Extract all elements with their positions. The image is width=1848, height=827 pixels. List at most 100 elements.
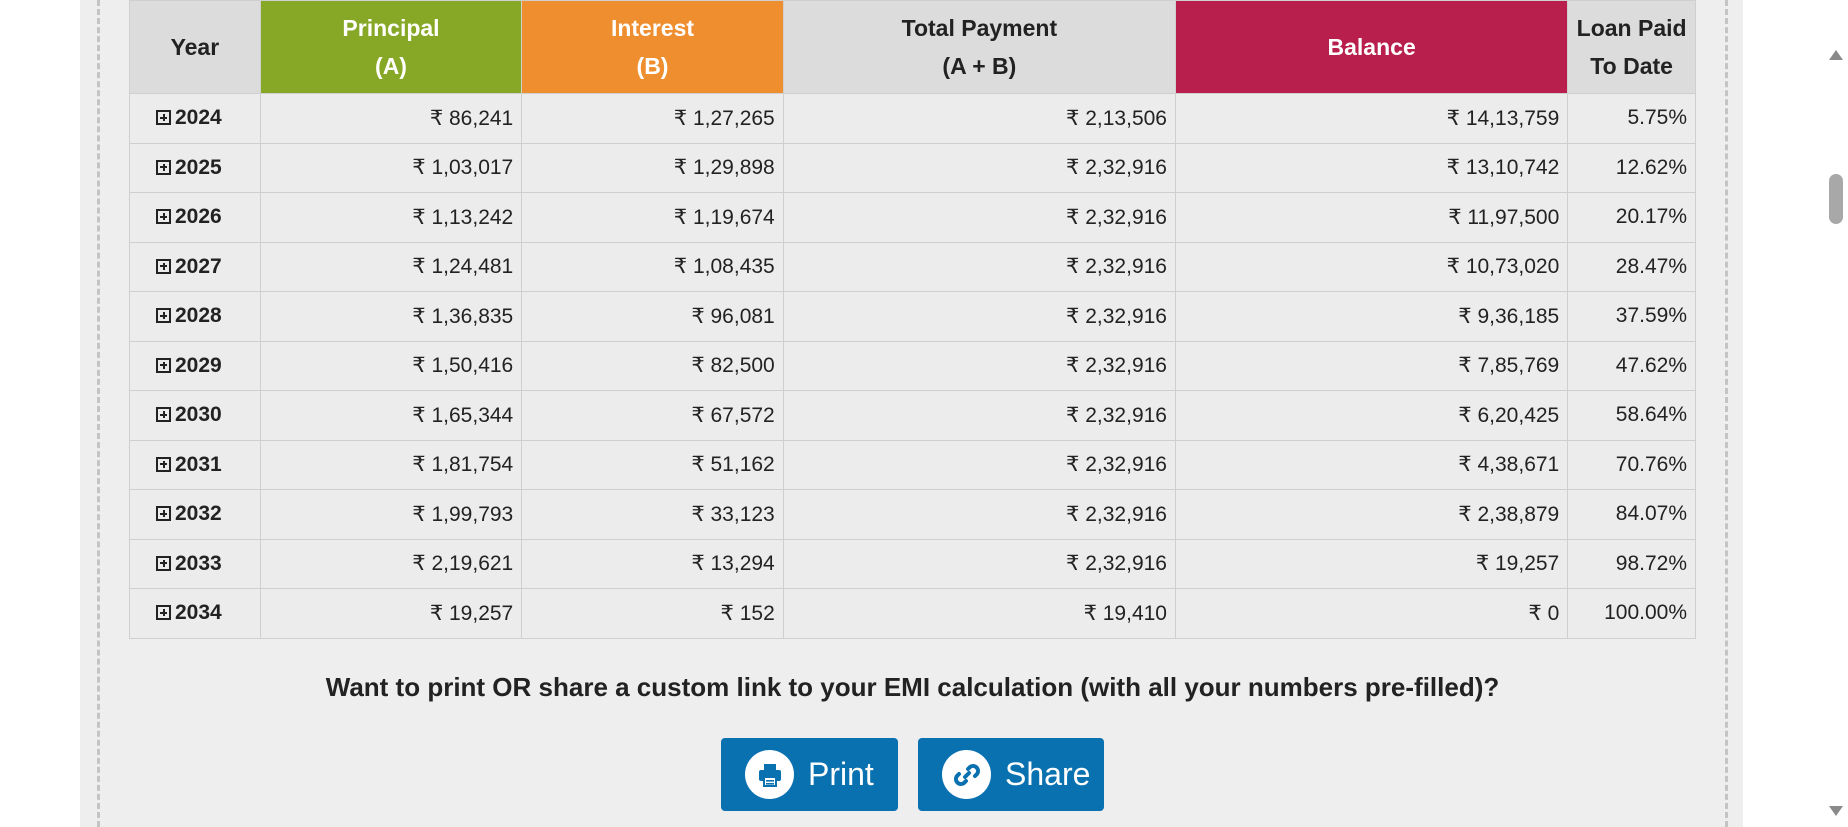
principal-cell: ₹ 1,03,017 [259, 142, 523, 193]
scroll-down-arrow[interactable] [1829, 806, 1843, 816]
loan-paid-cell: 84.07% [1567, 489, 1696, 540]
principal-cell: ₹ 2,19,621 [259, 538, 523, 589]
interest-cell: ₹ 96,081 [521, 291, 784, 342]
plus-square-icon[interactable] [156, 308, 171, 324]
interest-cell: ₹ 33,123 [521, 489, 784, 540]
total-payment-cell: ₹ 2,32,916 [782, 340, 1177, 391]
loan-paid-cell: 12.62% [1567, 142, 1696, 193]
interest-cell: ₹ 82,500 [521, 340, 784, 391]
year-expand-toggle[interactable]: 2027 [129, 241, 261, 292]
balance-cell: ₹ 19,257 [1174, 538, 1569, 589]
balance-cell: ₹ 13,10,742 [1174, 142, 1569, 193]
principal-cell: ₹ 1,13,242 [259, 192, 523, 243]
plus-square-icon[interactable] [156, 605, 171, 621]
table-row: 2026 ₹ 1,13,242 ₹ 1,19,674 ₹ 2,32,916 ₹ … [129, 192, 1696, 243]
total-payment-cell: ₹ 2,32,916 [782, 192, 1177, 243]
year-expand-toggle[interactable]: 2032 [129, 489, 261, 540]
plus-square-icon[interactable] [156, 407, 171, 423]
total-payment-cell: ₹ 2,32,916 [782, 439, 1177, 490]
panel-border-left [97, 0, 100, 827]
loan-paid-cell: 47.62% [1567, 340, 1696, 391]
plus-square-icon[interactable] [156, 258, 171, 274]
interest-cell: ₹ 67,572 [521, 390, 784, 441]
loan-paid-cell: 20.17% [1567, 192, 1696, 243]
panel-border-right [1725, 0, 1728, 827]
year-expand-toggle[interactable]: 2026 [129, 192, 261, 243]
total-payment-cell: ₹ 2,13,506 [782, 93, 1177, 144]
table-row: 2025 ₹ 1,03,017 ₹ 1,29,898 ₹ 2,32,916 ₹ … [129, 142, 1696, 193]
plus-square-icon[interactable] [156, 209, 171, 225]
total-payment-cell: ₹ 2,32,916 [782, 390, 1177, 441]
principal-cell: ₹ 1,36,835 [259, 291, 523, 342]
emi-schedule-table: Year Principal (A) Interest (B) Total Paym… [129, 0, 1696, 639]
table-row: 2028 ₹ 1,36,835 ₹ 96,081 ₹ 2,32,916 ₹ 9,… [129, 291, 1696, 342]
plus-square-icon[interactable] [156, 456, 171, 472]
year-expand-toggle[interactable]: 2029 [129, 340, 261, 391]
year-expand-toggle[interactable]: 2033 [129, 538, 261, 589]
balance-cell: ₹ 9,36,185 [1174, 291, 1569, 342]
print-button-label: Print [808, 756, 874, 792]
header-principal: Principal (A) [259, 0, 523, 94]
interest-cell: ₹ 1,08,435 [521, 241, 784, 292]
header-interest: Interest (B) [521, 0, 784, 94]
balance-cell: ₹ 4,38,671 [1174, 439, 1569, 490]
plus-square-icon[interactable] [156, 357, 171, 373]
plus-square-icon[interactable] [156, 555, 171, 571]
principal-cell: ₹ 19,257 [259, 588, 523, 639]
loan-paid-cell: 70.76% [1567, 439, 1696, 490]
plus-square-icon[interactable] [156, 506, 171, 522]
total-payment-cell: ₹ 2,32,916 [782, 538, 1177, 589]
balance-cell: ₹ 7,85,769 [1174, 340, 1569, 391]
total-payment-cell: ₹ 2,32,916 [782, 489, 1177, 540]
principal-cell: ₹ 86,241 [259, 93, 523, 144]
principal-cell: ₹ 1,81,754 [259, 439, 523, 490]
plus-square-icon[interactable] [156, 110, 171, 126]
balance-cell: ₹ 2,38,879 [1174, 489, 1569, 540]
header-loan-paid: Loan Paid To Date [1567, 0, 1696, 94]
interest-cell: ₹ 51,162 [521, 439, 784, 490]
table-row: 2024 ₹ 86,241 ₹ 1,27,265 ₹ 2,13,506 ₹ 14… [129, 93, 1696, 144]
table-row: 2029 ₹ 1,50,416 ₹ 82,500 ₹ 2,32,916 ₹ 7,… [129, 340, 1696, 391]
year-expand-toggle[interactable]: 2034 [129, 588, 261, 639]
table-row: 2027 ₹ 1,24,481 ₹ 1,08,435 ₹ 2,32,916 ₹ … [129, 241, 1696, 292]
interest-cell: ₹ 1,19,674 [521, 192, 784, 243]
print-button[interactable]: Print [721, 738, 898, 811]
header-year: Year [129, 0, 261, 94]
link-icon [942, 750, 991, 799]
plus-square-icon[interactable] [156, 159, 171, 175]
table-row: 2032 ₹ 1,99,793 ₹ 33,123 ₹ 2,32,916 ₹ 2,… [129, 489, 1696, 540]
share-button[interactable]: Share [918, 738, 1104, 811]
principal-cell: ₹ 1,24,481 [259, 241, 523, 292]
table-row: 2034 ₹ 19,257 ₹ 152 ₹ 19,410 ₹ 0 100.00% [129, 588, 1696, 639]
table-row: 2033 ₹ 2,19,621 ₹ 13,294 ₹ 2,32,916 ₹ 19… [129, 538, 1696, 589]
loan-paid-cell: 98.72% [1567, 538, 1696, 589]
total-payment-cell: ₹ 2,32,916 [782, 241, 1177, 292]
principal-cell: ₹ 1,50,416 [259, 340, 523, 391]
year-expand-toggle[interactable]: 2024 [129, 93, 261, 144]
scroll-up-arrow[interactable] [1829, 50, 1843, 60]
balance-cell: ₹ 14,13,759 [1174, 93, 1569, 144]
principal-cell: ₹ 1,99,793 [259, 489, 523, 540]
scrollbar-thumb[interactable] [1829, 174, 1843, 224]
year-expand-toggle[interactable]: 2025 [129, 142, 261, 193]
total-payment-cell: ₹ 19,410 [782, 588, 1177, 639]
balance-cell: ₹ 6,20,425 [1174, 390, 1569, 441]
loan-paid-cell: 5.75% [1567, 93, 1696, 144]
table-header-row: Year Principal (A) Interest (B) Total Paym… [129, 0, 1696, 94]
interest-cell: ₹ 1,27,265 [521, 93, 784, 144]
loan-paid-cell: 37.59% [1567, 291, 1696, 342]
loan-paid-cell: 58.64% [1567, 390, 1696, 441]
balance-cell: ₹ 11,97,500 [1174, 192, 1569, 243]
year-expand-toggle[interactable]: 2031 [129, 439, 261, 490]
total-payment-cell: ₹ 2,32,916 [782, 291, 1177, 342]
printer-icon [745, 750, 794, 799]
print-share-prompt: Want to print OR share a custom link to … [325, 672, 1500, 702]
loan-paid-cell: 28.47% [1567, 241, 1696, 292]
loan-paid-cell: 100.00% [1567, 588, 1696, 639]
balance-cell: ₹ 10,73,020 [1174, 241, 1569, 292]
year-expand-toggle[interactable]: 2030 [129, 390, 261, 441]
interest-cell: ₹ 1,29,898 [521, 142, 784, 193]
year-expand-toggle[interactable]: 2028 [129, 291, 261, 342]
interest-cell: ₹ 13,294 [521, 538, 784, 589]
share-button-label: Share [1005, 756, 1091, 792]
